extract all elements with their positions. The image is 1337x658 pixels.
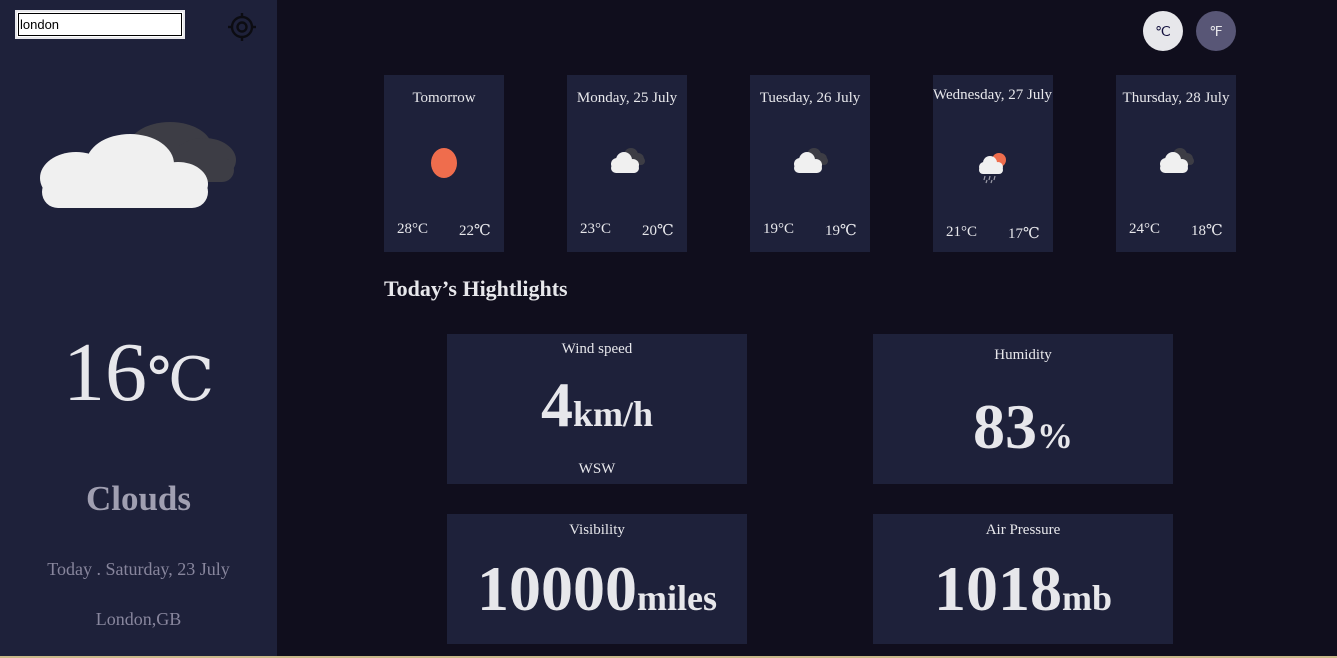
wind-number: 4 (540, 369, 573, 440)
forecast-max: 21°C (946, 224, 978, 240)
forecast-day: Tuesday, 26 July (759, 90, 861, 106)
humidity-card: Humidity 83% (873, 334, 1173, 484)
wind-unit: km/h (572, 394, 654, 434)
light-rain-icon (979, 153, 1006, 184)
forecast-card: Monday, 25 July 23°C 20℃ (567, 75, 687, 252)
forecast-day: Monday, 25 July (576, 90, 678, 106)
wind-card: Wind speed 4km/h WSW (447, 334, 747, 484)
current-temperature: 16℃ (0, 328, 277, 425)
visibility-unit: miles (637, 578, 717, 618)
forecast-card: Thursday, 28 July 24°C 18℃ (1116, 75, 1236, 252)
pressure-number: 1018 (933, 553, 1062, 624)
search-input[interactable] (15, 10, 185, 39)
pressure-label: Air Pressure (985, 522, 1061, 538)
pressure-unit: mb (1061, 578, 1112, 618)
wind-label: Wind speed (561, 341, 633, 357)
visibility-label: Visibility (569, 522, 625, 538)
forecast-max: 19°C (763, 221, 795, 237)
forecast-max: 23°C (580, 221, 612, 237)
current-date: Today . Saturday, 23 July (47, 559, 230, 579)
humidity-label: Humidity (994, 347, 1052, 363)
humidity-unit: % (1037, 416, 1073, 456)
weather-condition: Clouds (85, 479, 192, 518)
humidity-number: 83 (973, 391, 1037, 462)
forecast-max: 28°C (397, 221, 429, 237)
humidity-value: 83% (873, 390, 1173, 464)
pressure-card: Air Pressure 1018mb (873, 514, 1173, 644)
fahrenheit-button[interactable]: ℉ (1196, 11, 1236, 51)
forecast-card: Tomorrow 28°C 22℃ (384, 75, 504, 252)
pressure-value: 1018mb (873, 552, 1173, 626)
forecast-min: 20℃ (642, 223, 674, 239)
sidebar: 16℃ Clouds Today . Saturday, 23 July Lon… (0, 0, 277, 656)
broken-clouds-icon (1160, 148, 1194, 173)
forecast-day: Thursday, 28 July (1122, 90, 1230, 106)
celsius-button[interactable]: ℃ (1143, 11, 1183, 51)
visibility-number: 10000 (477, 553, 637, 624)
wind-direction: WSW (578, 461, 616, 477)
visibility-card: Visibility 10000miles (447, 514, 747, 644)
highlights-title: Today’s Hightlights (384, 276, 568, 301)
broken-clouds-icon (794, 148, 828, 173)
forecast-max: 24°C (1129, 221, 1161, 237)
forecast-min: 18℃ (1191, 223, 1223, 239)
temperature-value: 16 (62, 326, 147, 419)
wind-value: 4km/h (447, 368, 747, 442)
current-location: London,GB (95, 609, 182, 629)
visibility-value: 10000miles (447, 552, 747, 626)
broken-clouds-icon (611, 148, 645, 173)
locate-button[interactable] (226, 11, 258, 43)
forecast-min: 17℃ (1008, 226, 1040, 242)
forecast-min: 19℃ (825, 223, 857, 239)
forecast-card: Tuesday, 26 July 19°C 19℃ (750, 75, 870, 252)
forecast-min: 22℃ (459, 223, 491, 239)
forecast-day: Tomorrow (412, 90, 476, 106)
forecast-card: Wednesday, 27 July 21°C 17℃ (933, 75, 1053, 252)
temperature-unit: ℃ (146, 347, 215, 413)
clear-sun-icon (431, 148, 457, 178)
broken-clouds-icon (40, 122, 236, 208)
forecast-day: Wednesday, 27 July (933, 87, 1053, 103)
crosshair-icon (228, 13, 256, 41)
